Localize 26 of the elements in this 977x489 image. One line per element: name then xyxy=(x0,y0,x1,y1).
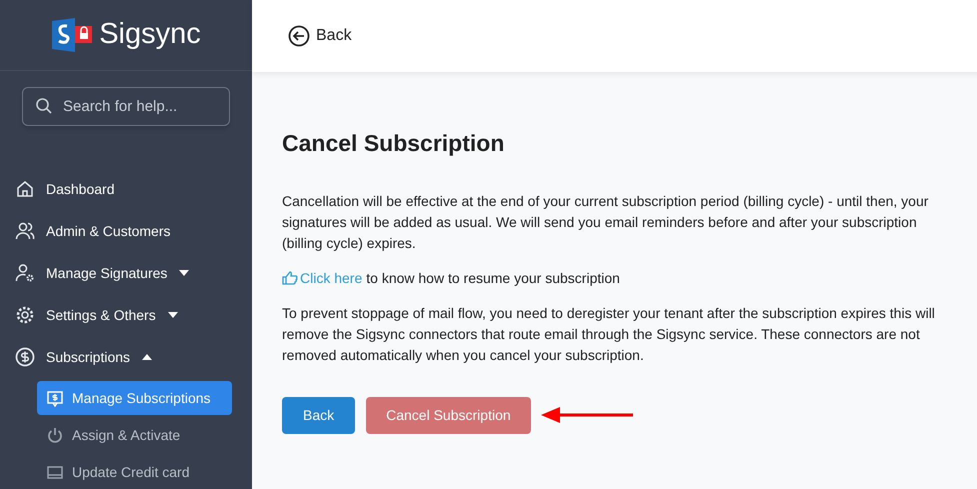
monitor-dollar-icon xyxy=(46,389,64,407)
dollar-icon xyxy=(15,347,35,367)
gear-icon xyxy=(15,305,35,325)
paragraph: To prevent stoppage of mail flow, you need to deregister your tenant after the subscription expires this will remove the Sigsync connectors that route email through the Sigsync service. These connectors are not removed automatically when you cancel your subscription. xyxy=(282,304,936,365)
sidebar-item[interactable]: Dashboard xyxy=(0,168,252,210)
page-title: Cancel Subscription xyxy=(282,129,506,158)
submenu-item[interactable]: Manage Subscriptions xyxy=(37,381,232,415)
user-gear-icon xyxy=(15,263,35,283)
submenu-item[interactable]: Assign & Activate xyxy=(37,418,232,452)
users-icon xyxy=(15,221,35,241)
sidebar-item[interactable]: Admin & Customers xyxy=(0,210,252,252)
submenu-item[interactable]: Update Credit card xyxy=(37,455,232,489)
sidebar-item[interactable]: Manage Signatures xyxy=(0,252,252,294)
back-button[interactable]: Back xyxy=(282,396,356,434)
home-icon xyxy=(15,179,35,199)
thumb-icon xyxy=(282,271,298,285)
link-description: to know how to resume your subscription xyxy=(366,268,620,288)
sidebar-item[interactable]: Settings & Others xyxy=(0,294,252,336)
search-icon xyxy=(35,97,53,115)
brand-name: Sigsync xyxy=(99,17,201,52)
power-icon xyxy=(46,426,64,444)
search-field[interactable]: Search for help... xyxy=(22,87,230,126)
sidebar-item[interactable]: Subscriptions xyxy=(0,336,252,378)
paragraph: Cancellation will be effective at the end of your current subscription period (billing cycle) - until then, your signatures will be added as usual. We will send you email reminders before and after your subscription (billing cycle) expires. xyxy=(282,192,930,253)
back-link[interactable]: Back xyxy=(288,24,352,48)
arrow-icon xyxy=(540,406,635,424)
